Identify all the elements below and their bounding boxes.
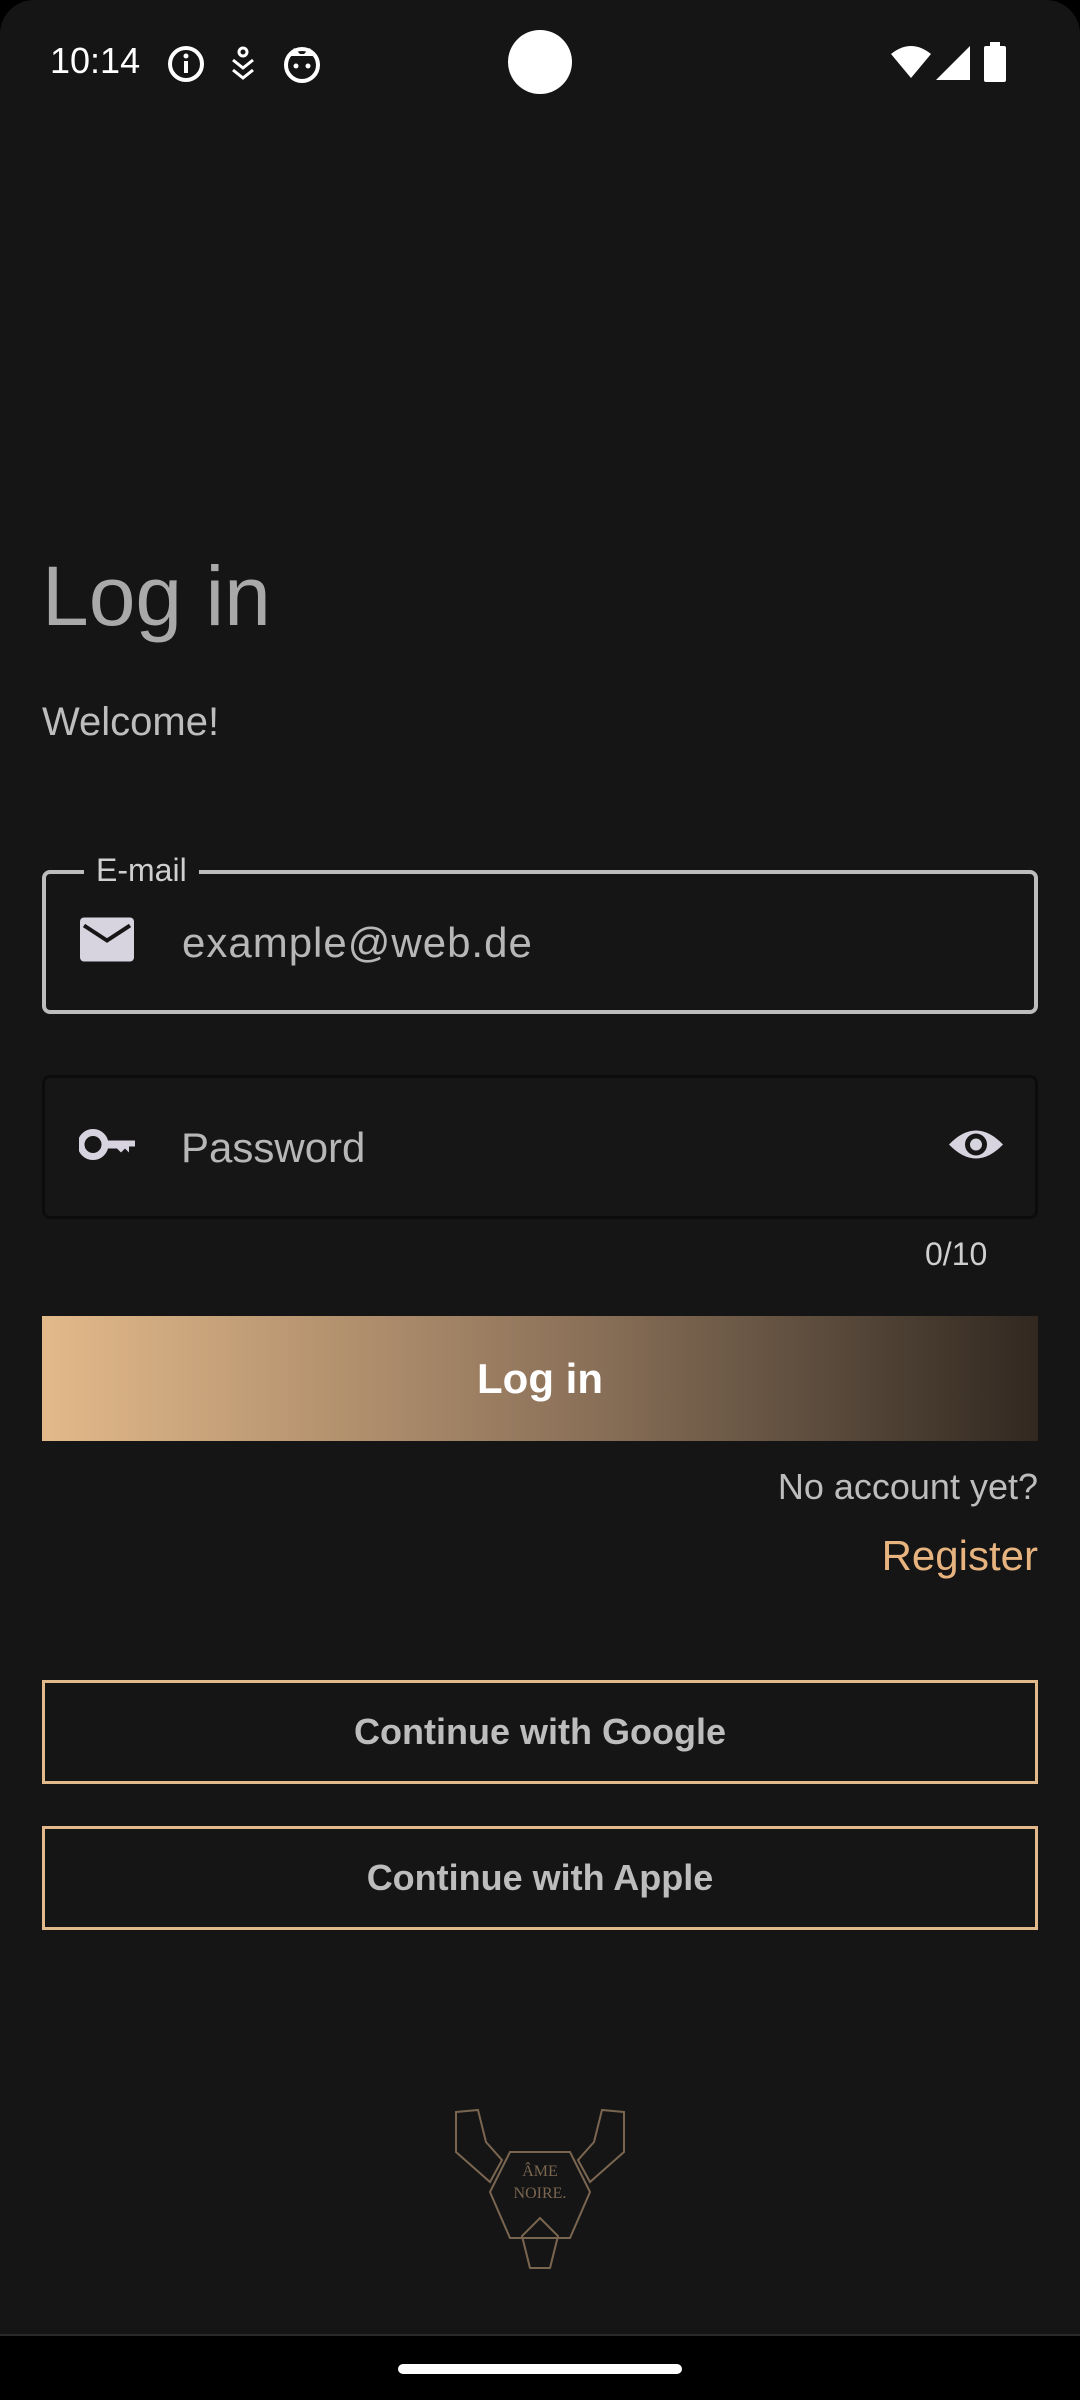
download-icon [226, 44, 260, 89]
ame-noire-logo: ÂME NOIRE. [450, 2100, 630, 2275]
battery-icon [984, 42, 1006, 87]
status-time: 10:14 [50, 40, 141, 81]
page-title: Log in [42, 549, 271, 643]
camera-cutout [508, 30, 572, 94]
password-field[interactable] [42, 1075, 1038, 1219]
login-button[interactable]: Log in [42, 1316, 1038, 1441]
home-indicator[interactable] [398, 2364, 682, 2374]
visibility-toggle-icon[interactable] [947, 1125, 1005, 1170]
mail-icon [80, 917, 134, 967]
cat-icon [282, 44, 322, 89]
continue-with-apple-button[interactable]: Continue with Apple [42, 1826, 1038, 1930]
no-account-text: No account yet? [777, 1466, 1038, 1507]
logo-text-line1: ÂME [522, 2161, 558, 2180]
email-field[interactable]: E-mail [42, 852, 1038, 1014]
key-icon [77, 1127, 137, 1168]
password-input[interactable] [179, 1078, 943, 1218]
register-link[interactable]: Register [882, 1532, 1038, 1580]
email-input[interactable] [180, 874, 984, 1012]
welcome-text: Welcome! [42, 700, 220, 744]
continue-with-google-button[interactable]: Continue with Google [42, 1680, 1038, 1784]
signal-icon [936, 46, 970, 85]
login-screen: 10:14 Log in Welcome! E-mail example@web… [0, 0, 1080, 2400]
info-icon [166, 44, 206, 89]
wifi-icon [890, 44, 932, 85]
password-char-counter: 0/10 [925, 1236, 988, 1272]
status-bar: 10:14 [0, 0, 1080, 130]
logo-text-line2: NOIRE. [514, 2185, 567, 2202]
